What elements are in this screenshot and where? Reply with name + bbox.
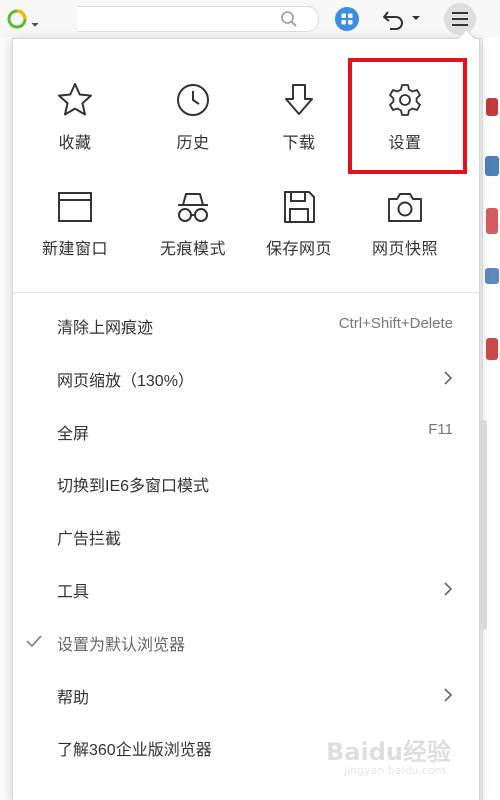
quick-action-label: 设置 xyxy=(388,135,422,152)
menu-item-label: 设置为默认浏览器 xyxy=(57,636,186,654)
download-arrow-icon xyxy=(285,84,313,115)
chevron-right-icon xyxy=(444,582,453,596)
page-fragment xyxy=(486,338,498,360)
baidu-watermark: Baidu经验 jingyan.baidu.com xyxy=(322,724,472,784)
search-input[interactable] xyxy=(78,6,319,32)
page-left-edge xyxy=(0,38,12,800)
browser-logo-dropdown[interactable] xyxy=(6,8,46,30)
new-window-button[interactable]: 新建窗口 xyxy=(23,189,127,279)
favorites-button[interactable]: 收藏 xyxy=(23,81,127,171)
menu-item-label: 工具 xyxy=(57,583,90,601)
tools-item[interactable]: 工具 xyxy=(13,563,479,616)
incognito-icon xyxy=(178,193,208,222)
save-page-button[interactable]: 保存网页 xyxy=(247,189,351,279)
menu-divider xyxy=(13,292,479,293)
quick-actions-grid: 收藏 历史 下载 设置 新建窗口 无痕模式 保存网页 网页快照 xyxy=(13,39,479,291)
page-zoom-item[interactable]: 网页缩放（130%） xyxy=(13,352,479,405)
switch-ie6-mode-item[interactable]: 切换到IE6多窗口模式 xyxy=(13,457,479,510)
menu-item-label: 广告拦截 xyxy=(57,531,122,549)
window-icon xyxy=(58,192,92,222)
main-menu-button[interactable] xyxy=(444,3,476,35)
page-fragment xyxy=(485,268,499,284)
camera-icon xyxy=(388,193,422,222)
page-snapshot-button[interactable]: 网页快照 xyxy=(353,189,457,279)
page-fragment xyxy=(486,98,498,116)
menu-item-label: 全屏 xyxy=(57,425,90,443)
quick-action-label: 收藏 xyxy=(58,135,92,152)
chevron-right-icon xyxy=(444,688,453,702)
menu-item-label: 帮助 xyxy=(57,689,90,707)
menu-item-label: 了解360企业版浏览器 xyxy=(57,742,212,760)
checkmark-icon xyxy=(26,635,42,648)
floppy-disk-icon xyxy=(284,191,315,223)
downloads-button[interactable]: 下载 xyxy=(247,81,351,171)
apps-button[interactable] xyxy=(334,6,360,32)
browser-toolbar xyxy=(0,0,500,39)
set-default-browser-item[interactable]: 设置为默认浏览器 xyxy=(13,616,479,669)
clock-icon xyxy=(177,84,209,116)
chevron-right-icon xyxy=(444,371,453,385)
settings-button[interactable]: 设置 xyxy=(353,81,457,171)
shortcut-label: F11 xyxy=(428,420,453,438)
star-icon xyxy=(58,83,92,116)
search-icon[interactable] xyxy=(280,10,298,28)
menu-item-label: 切换到IE6多窗口模式 xyxy=(57,478,210,496)
menu-item-label: 网页缩放（130%） xyxy=(57,372,194,390)
quick-action-label: 下载 xyxy=(282,135,316,152)
watermark-subtext: jingyan.baidu.com xyxy=(344,764,446,777)
watermark-text: Baidu经验 xyxy=(326,738,451,766)
gear-icon xyxy=(389,84,421,116)
quick-action-label: 网页快照 xyxy=(371,241,438,258)
undo-icon xyxy=(383,11,420,30)
apps-grid-icon xyxy=(335,7,359,31)
hamburger-menu-icon xyxy=(452,12,468,26)
browser-logo-icon xyxy=(7,9,39,29)
quick-action-label: 保存网页 xyxy=(265,241,332,258)
browser-window: 收藏 历史 下载 设置 新建窗口 无痕模式 保存网页 网页快照 清除上网痕迹 C… xyxy=(0,0,500,800)
page-scrollbar[interactable] xyxy=(480,420,487,630)
fullscreen-item[interactable]: 全屏 F11 xyxy=(13,405,479,458)
incognito-mode-button[interactable]: 无痕模式 xyxy=(141,189,245,279)
page-fragment xyxy=(486,208,498,234)
page-right-edge xyxy=(482,38,500,800)
page-fragment xyxy=(485,156,499,176)
quick-action-label: 历史 xyxy=(176,135,210,152)
ad-block-item[interactable]: 广告拦截 xyxy=(13,510,479,563)
menu-item-label: 清除上网痕迹 xyxy=(57,320,154,337)
undo-close-tab-button[interactable] xyxy=(380,6,424,32)
menu-list: 清除上网痕迹 Ctrl+Shift+Delete 网页缩放（130%） 全屏 F… xyxy=(13,299,479,774)
main-menu-dropdown: 收藏 历史 下载 设置 新建窗口 无痕模式 保存网页 网页快照 清除上网痕迹 C… xyxy=(12,29,480,800)
help-item[interactable]: 帮助 xyxy=(13,669,479,722)
quick-action-label: 无痕模式 xyxy=(159,241,226,258)
shortcut-label: Ctrl+Shift+Delete xyxy=(338,315,453,332)
clear-history-item[interactable]: 清除上网痕迹 Ctrl+Shift+Delete xyxy=(13,299,479,352)
history-button[interactable]: 历史 xyxy=(141,81,245,171)
quick-action-label: 新建窗口 xyxy=(41,241,108,258)
